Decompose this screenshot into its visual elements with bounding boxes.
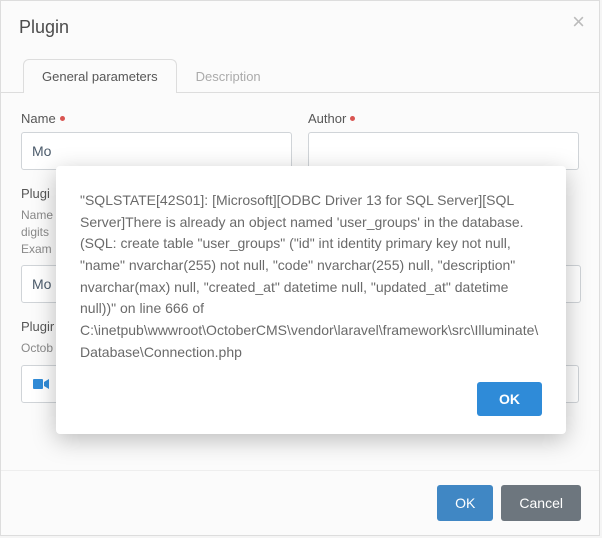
error-message: "SQLSTATE[42S01]: [Microsoft][ODBC Drive… — [80, 190, 542, 364]
alert-ok-button[interactable]: OK — [477, 382, 542, 416]
error-alert: "SQLSTATE[42S01]: [Microsoft][ODBC Drive… — [56, 166, 566, 434]
alert-actions: OK — [80, 382, 542, 416]
